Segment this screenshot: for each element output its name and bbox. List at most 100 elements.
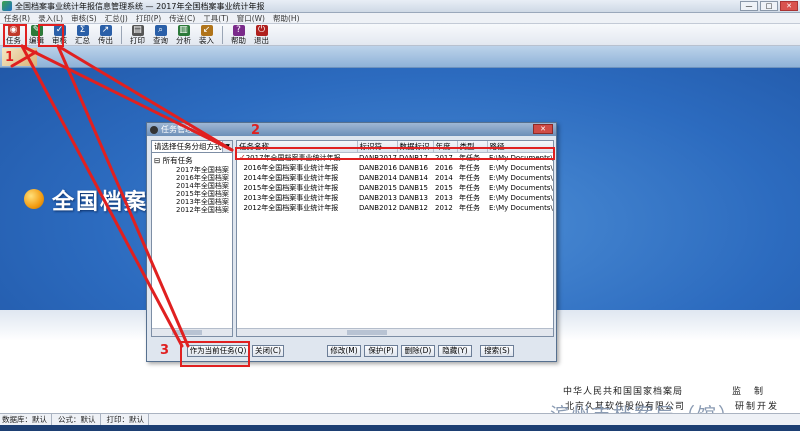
print-label: 打印: [130, 36, 145, 45]
cell-data-id: DANB15: [399, 184, 429, 192]
table-row[interactable]: 2014年全国档案事业统计年报 DANB2014 DANB14 2014 年任务…: [237, 173, 554, 183]
scroll-thumb[interactable]: [347, 330, 387, 335]
cell-identifier: DANB2014: [359, 174, 397, 182]
tab-strip: [0, 46, 800, 68]
menu-transfer[interactable]: 传送(C): [169, 13, 195, 24]
summary-label: 汇总: [75, 36, 90, 45]
help-label: 帮助: [231, 36, 246, 45]
banner-title: 全国档案: [52, 189, 149, 215]
close-button[interactable]: 关闭(C): [252, 345, 284, 357]
task-name-text: 2013年全国档案事业统计年报: [243, 194, 339, 202]
status-bar: 数据库：默认 公式：默认 打印：默认: [0, 413, 800, 425]
tree-node[interactable]: 2013年全国档案: [154, 198, 230, 206]
search-button[interactable]: 搜索(S): [480, 345, 514, 357]
cell-path: E:\My Documents\...: [489, 174, 554, 182]
cell-year: 2014: [435, 174, 453, 182]
protect-button[interactable]: 保护(P): [364, 345, 398, 357]
window-title: 全国档案事业统计年报信息管理系统 — 2017年全国档案事业统计年报: [15, 1, 265, 11]
summary-button[interactable]: Σ 汇总: [71, 24, 94, 46]
scroll-thumb[interactable]: [172, 330, 202, 335]
table-row[interactable]: 2016年全国档案事业统计年报 DANB2016 DANB16 2016 年任务…: [237, 163, 554, 173]
analysis-icon: ▥: [177, 25, 190, 36]
import-button[interactable]: ↙ 装入: [195, 24, 218, 46]
analysis-label: 分析: [176, 36, 191, 45]
cell-type: 年任务: [459, 164, 480, 172]
cell-path: E:\My Documents\...: [489, 164, 554, 172]
tree-node[interactable]: 2016年全国档案: [154, 174, 230, 182]
summary-icon: Σ: [76, 25, 89, 36]
sponsor-org-1: 中华人民共和国国家档案局: [563, 387, 684, 397]
close-window-button[interactable]: ✕: [780, 1, 798, 11]
app-icon: [2, 1, 12, 11]
export-button[interactable]: ↗ 传出: [94, 24, 117, 46]
cell-type: 年任务: [459, 204, 480, 212]
dialog-title-bar[interactable]: 任务管理: [147, 123, 556, 136]
maximize-button[interactable]: □: [760, 1, 778, 11]
import-icon: ↙: [200, 25, 213, 36]
tree-root-label: 所有任务: [162, 156, 193, 165]
menu-tools[interactable]: 工具(T): [203, 13, 228, 24]
step-number-1: 1: [5, 50, 15, 65]
tree-node[interactable]: 2015年全国档案: [154, 190, 230, 198]
highlight-set-current-button: [180, 341, 250, 367]
task-list-panel: 任务名称 标识符 数据标识 年度 类型 路径 ✓2017年全国档案事业统计年报 …: [236, 140, 554, 337]
menu-help[interactable]: 帮助(H): [273, 13, 300, 24]
cell-path: E:\My Documents\...: [489, 194, 554, 202]
task-tree: ⊟ 所有任务 2017年全国档案 2016年全国档案 2014年全国档案 201…: [152, 153, 232, 217]
exit-label: 退出: [254, 36, 269, 45]
highlight-task-button: [3, 24, 27, 47]
menu-summary[interactable]: 汇总(J): [105, 13, 128, 24]
group-combo-value: 请选择任务分组方式: [154, 142, 222, 151]
tree-node[interactable]: 2017年全国档案: [154, 166, 230, 174]
cell-data-id: DANB12: [399, 204, 429, 212]
tree-node[interactable]: 2014年全国档案: [154, 182, 230, 190]
exit-button[interactable]: ⏻ 退出: [250, 24, 273, 46]
table-row[interactable]: 2012年全国档案事业统计年报 DANB2012 DANB12 2012 年任务…: [237, 203, 553, 213]
cell-type: 年任务: [459, 174, 480, 182]
tree-node[interactable]: 2012年全国档案: [154, 206, 230, 214]
tree-root[interactable]: ⊟ 所有任务: [154, 156, 230, 166]
task-name-text: 2016年全国档案事业统计年报: [243, 164, 339, 172]
tree-scrollbar[interactable]: [152, 328, 232, 336]
status-formula: 公式：默认: [58, 414, 101, 425]
window-controls: — □ ✕: [740, 1, 798, 11]
cell-data-id: DANB13: [399, 194, 429, 202]
menu-review[interactable]: 审核(S): [71, 13, 97, 24]
sponsor-role-2: 研制开发: [735, 402, 780, 412]
table-row[interactable]: 2013年全国档案事业统计年报 DANB2013 DANB13 2013 年任务…: [237, 193, 554, 203]
delete-button[interactable]: 删除(D): [401, 345, 435, 357]
help-button[interactable]: ? 帮助: [227, 24, 250, 46]
dialog-title: 任务管理: [161, 125, 193, 134]
orb-icon: [24, 189, 44, 209]
cell-type: 年任务: [459, 194, 480, 202]
query-button[interactable]: ⌕ 查询: [149, 24, 172, 46]
menu-task[interactable]: 任务(R): [4, 13, 30, 24]
menu-input[interactable]: 录入(L): [38, 13, 63, 24]
import-label: 装入: [199, 36, 214, 45]
menu-window[interactable]: 窗口(W): [237, 13, 265, 24]
cell-task-name: 2016年全国档案事业统计年报: [237, 163, 357, 173]
highlight-edit-button: [38, 24, 64, 47]
task-name-text: 2015年全国档案事业统计年报: [243, 184, 339, 192]
chevron-down-icon[interactable]: ▼: [222, 141, 232, 152]
group-combo[interactable]: 请选择任务分组方式 ▼: [152, 141, 232, 153]
cell-data-id: DANB16: [399, 164, 429, 172]
sponsor-role-1: 监 制: [732, 387, 766, 397]
minimize-button[interactable]: —: [740, 1, 758, 11]
hide-button[interactable]: 隐藏(Y): [438, 345, 472, 357]
status-print: 打印：默认: [107, 414, 149, 425]
list-scrollbar[interactable]: [237, 328, 553, 336]
modify-button[interactable]: 修改(M): [327, 345, 361, 357]
analysis-button[interactable]: ▥ 分析: [172, 24, 195, 46]
print-button[interactable]: ▤ 打印: [126, 24, 149, 46]
help-icon: ?: [232, 25, 245, 36]
cell-identifier: DANB2016: [359, 164, 397, 172]
cell-identifier: DANB2013: [359, 194, 397, 202]
task-tree-panel: 请选择任务分组方式 ▼ ⊟ 所有任务 2017年全国档案 2016年全国档案 2…: [151, 140, 233, 337]
dialog-close-button[interactable]: ✕: [533, 124, 553, 134]
menu-bar: 任务(R) 录入(L) 审核(S) 汇总(J) 打印(P) 传送(C) 工具(T…: [0, 13, 800, 24]
cell-type: 年任务: [459, 184, 480, 192]
cell-data-id: DANB14: [399, 174, 429, 182]
menu-print[interactable]: 打印(P): [136, 13, 161, 24]
table-row[interactable]: 2015年全国档案事业统计年报 DANB2015 DANB15 2015 年任务…: [237, 183, 553, 193]
